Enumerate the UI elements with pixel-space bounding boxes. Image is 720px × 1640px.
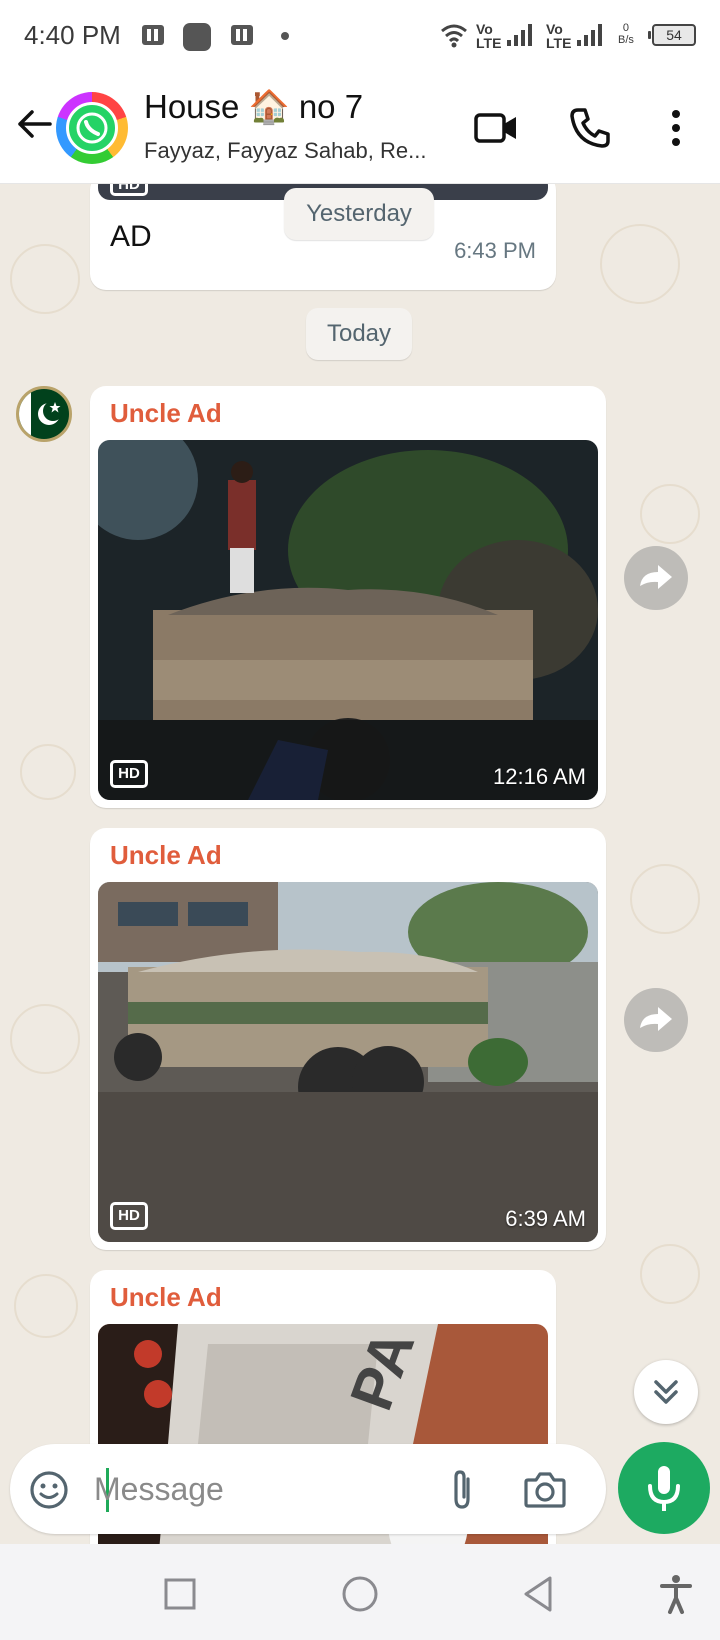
- message-time: 12:16 AM: [493, 764, 586, 789]
- wallpaper-doodle: [640, 1244, 700, 1304]
- sender-avatar[interactable]: [16, 386, 72, 442]
- dot-icon: [281, 32, 289, 40]
- net-speed-unit: B/s: [618, 34, 634, 46]
- emoji-icon[interactable]: [28, 1469, 70, 1511]
- phone-icon[interactable]: [564, 102, 616, 154]
- camera-icon[interactable]: [522, 1468, 568, 1512]
- forward-button[interactable]: [624, 546, 688, 610]
- battery-icon: 54: [648, 24, 696, 46]
- video-call-icon[interactable]: [470, 102, 522, 154]
- hd-badge: HD: [110, 184, 148, 196]
- signal-icon: [577, 24, 602, 46]
- wallpaper-doodle: [14, 1274, 78, 1338]
- network-label: Vo LTE: [476, 21, 502, 51]
- wifi-icon: [441, 24, 467, 48]
- message-photo[interactable]: HD 12:16 AM: [98, 440, 598, 800]
- wallpaper-doodle: [640, 484, 700, 544]
- back-icon[interactable]: [518, 1572, 562, 1616]
- message-text: AD: [110, 220, 152, 253]
- flag-icon: [19, 389, 63, 439]
- system-nav-bar: [0, 1544, 720, 1640]
- sender-name: Uncle Ad: [110, 398, 222, 428]
- message-photo[interactable]: HD 6:39 AM: [98, 882, 598, 1242]
- status-time: 4:40 PM: [24, 20, 121, 50]
- status-app-icon: [231, 25, 253, 45]
- group-members[interactable]: Fayyaz, Fayyaz Sahab, Re...: [144, 138, 426, 164]
- more-vertical-icon[interactable]: [650, 102, 702, 154]
- sender-name: Uncle Ad: [110, 1282, 222, 1312]
- scroll-to-bottom-button[interactable]: [634, 1360, 698, 1424]
- date-chip: Yesterday: [284, 188, 434, 240]
- home-icon[interactable]: [338, 1572, 382, 1616]
- status-app-icon: [142, 25, 164, 45]
- message-bubble[interactable]: Uncle Ad HD 12:16 AM: [90, 386, 606, 808]
- recents-icon[interactable]: [158, 1572, 202, 1616]
- message-bubble[interactable]: Uncle Ad HD 6:39 AM: [90, 828, 606, 1250]
- message-composer: [10, 1444, 606, 1534]
- accessibility-icon[interactable]: [654, 1572, 698, 1616]
- date-chip: Today: [306, 308, 412, 360]
- group-avatar[interactable]: [56, 92, 128, 164]
- net-speed: 0 B/s: [618, 22, 634, 46]
- group-title[interactable]: House 🏠 no 7: [144, 88, 363, 127]
- network-label: Vo LTE: [546, 21, 572, 51]
- hd-badge: HD: [110, 1202, 148, 1230]
- truck-day-photo: [98, 882, 598, 1242]
- wallpaper-doodle: [10, 1004, 80, 1074]
- net-speed-value: 0: [622, 22, 630, 34]
- chat-area[interactable]: HD AD 6:43 PM Yesterday Today Uncle Ad H…: [0, 184, 720, 1544]
- chat-logo-icon: [76, 112, 108, 144]
- message-time: 6:43 PM: [454, 238, 536, 263]
- message-input[interactable]: [94, 1462, 424, 1516]
- wallpaper-doodle: [20, 744, 76, 800]
- double-chevron-down-icon: [654, 1380, 678, 1404]
- status-app-icon: [183, 23, 211, 51]
- hd-badge: HD: [110, 760, 148, 788]
- wallpaper-doodle: [630, 864, 700, 934]
- chat-header: House 🏠 no 7 Fayyaz, Fayyaz Sahab, Re...: [0, 72, 720, 184]
- message-time: 6:39 AM: [505, 1206, 586, 1231]
- forward-button[interactable]: [624, 988, 688, 1052]
- forward-icon: [640, 1007, 672, 1031]
- wallpaper-doodle: [600, 224, 680, 304]
- truck-night-photo: [98, 440, 598, 800]
- signal-icon: [507, 24, 532, 46]
- attach-icon[interactable]: [442, 1469, 482, 1511]
- wallpaper-doodle: [10, 244, 80, 314]
- status-bar: 4:40 PM Vo LTE Vo LTE 0 B/s 54: [0, 0, 720, 72]
- sender-name: Uncle Ad: [110, 840, 222, 870]
- voice-record-button[interactable]: [618, 1442, 710, 1534]
- mic-icon: [648, 1466, 680, 1511]
- forward-icon: [640, 565, 672, 589]
- back-arrow-icon[interactable]: [14, 104, 54, 144]
